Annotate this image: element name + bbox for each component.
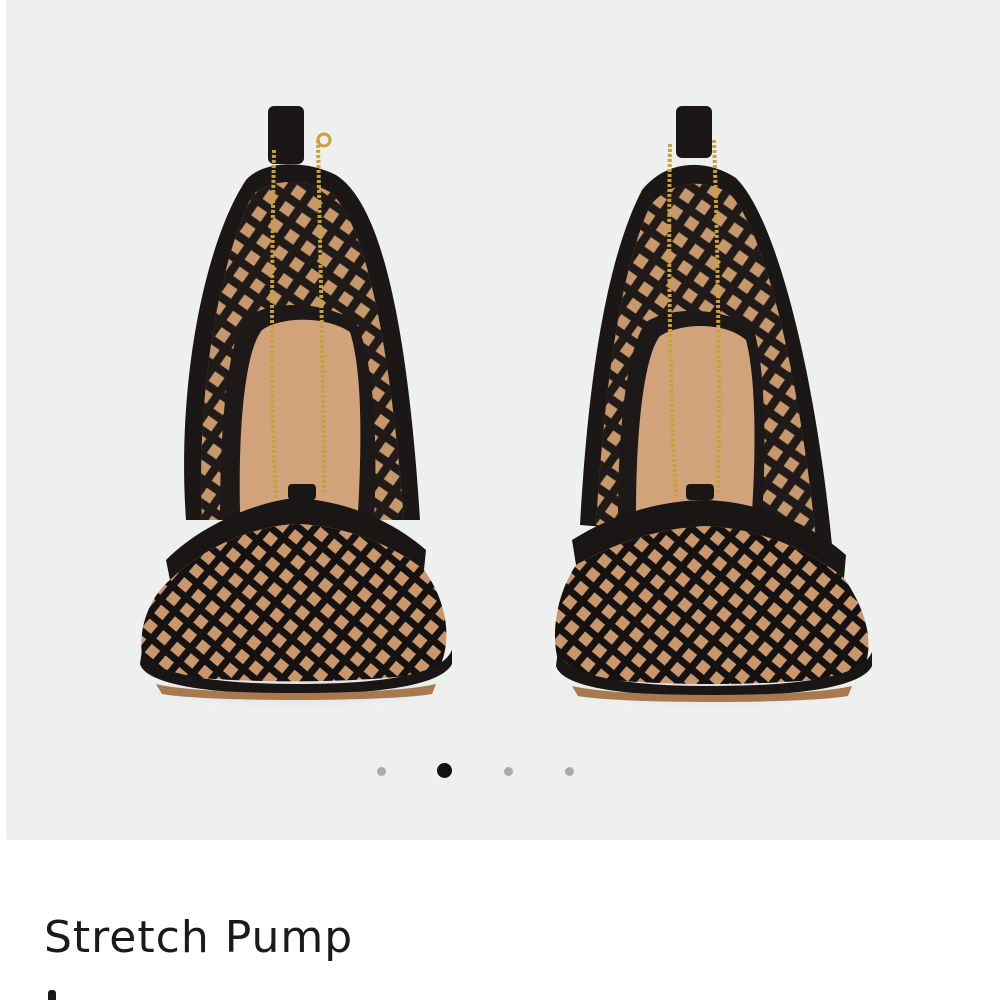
price-text-clipped [48, 990, 56, 1000]
product-photo [106, 106, 901, 712]
product-image-gallery[interactable] [6, 0, 1000, 840]
carousel-dot-3[interactable] [504, 767, 513, 776]
carousel-dot-1[interactable] [377, 767, 386, 776]
carousel-pagination [6, 760, 1000, 782]
right-shoe [554, 106, 872, 702]
carousel-dot-4[interactable] [565, 767, 574, 776]
left-shoe [140, 106, 452, 700]
carousel-dot-2-active[interactable] [437, 763, 452, 778]
product-title: Stretch Pump [44, 912, 354, 963]
product-page: Stretch Pump [0, 0, 1000, 1000]
